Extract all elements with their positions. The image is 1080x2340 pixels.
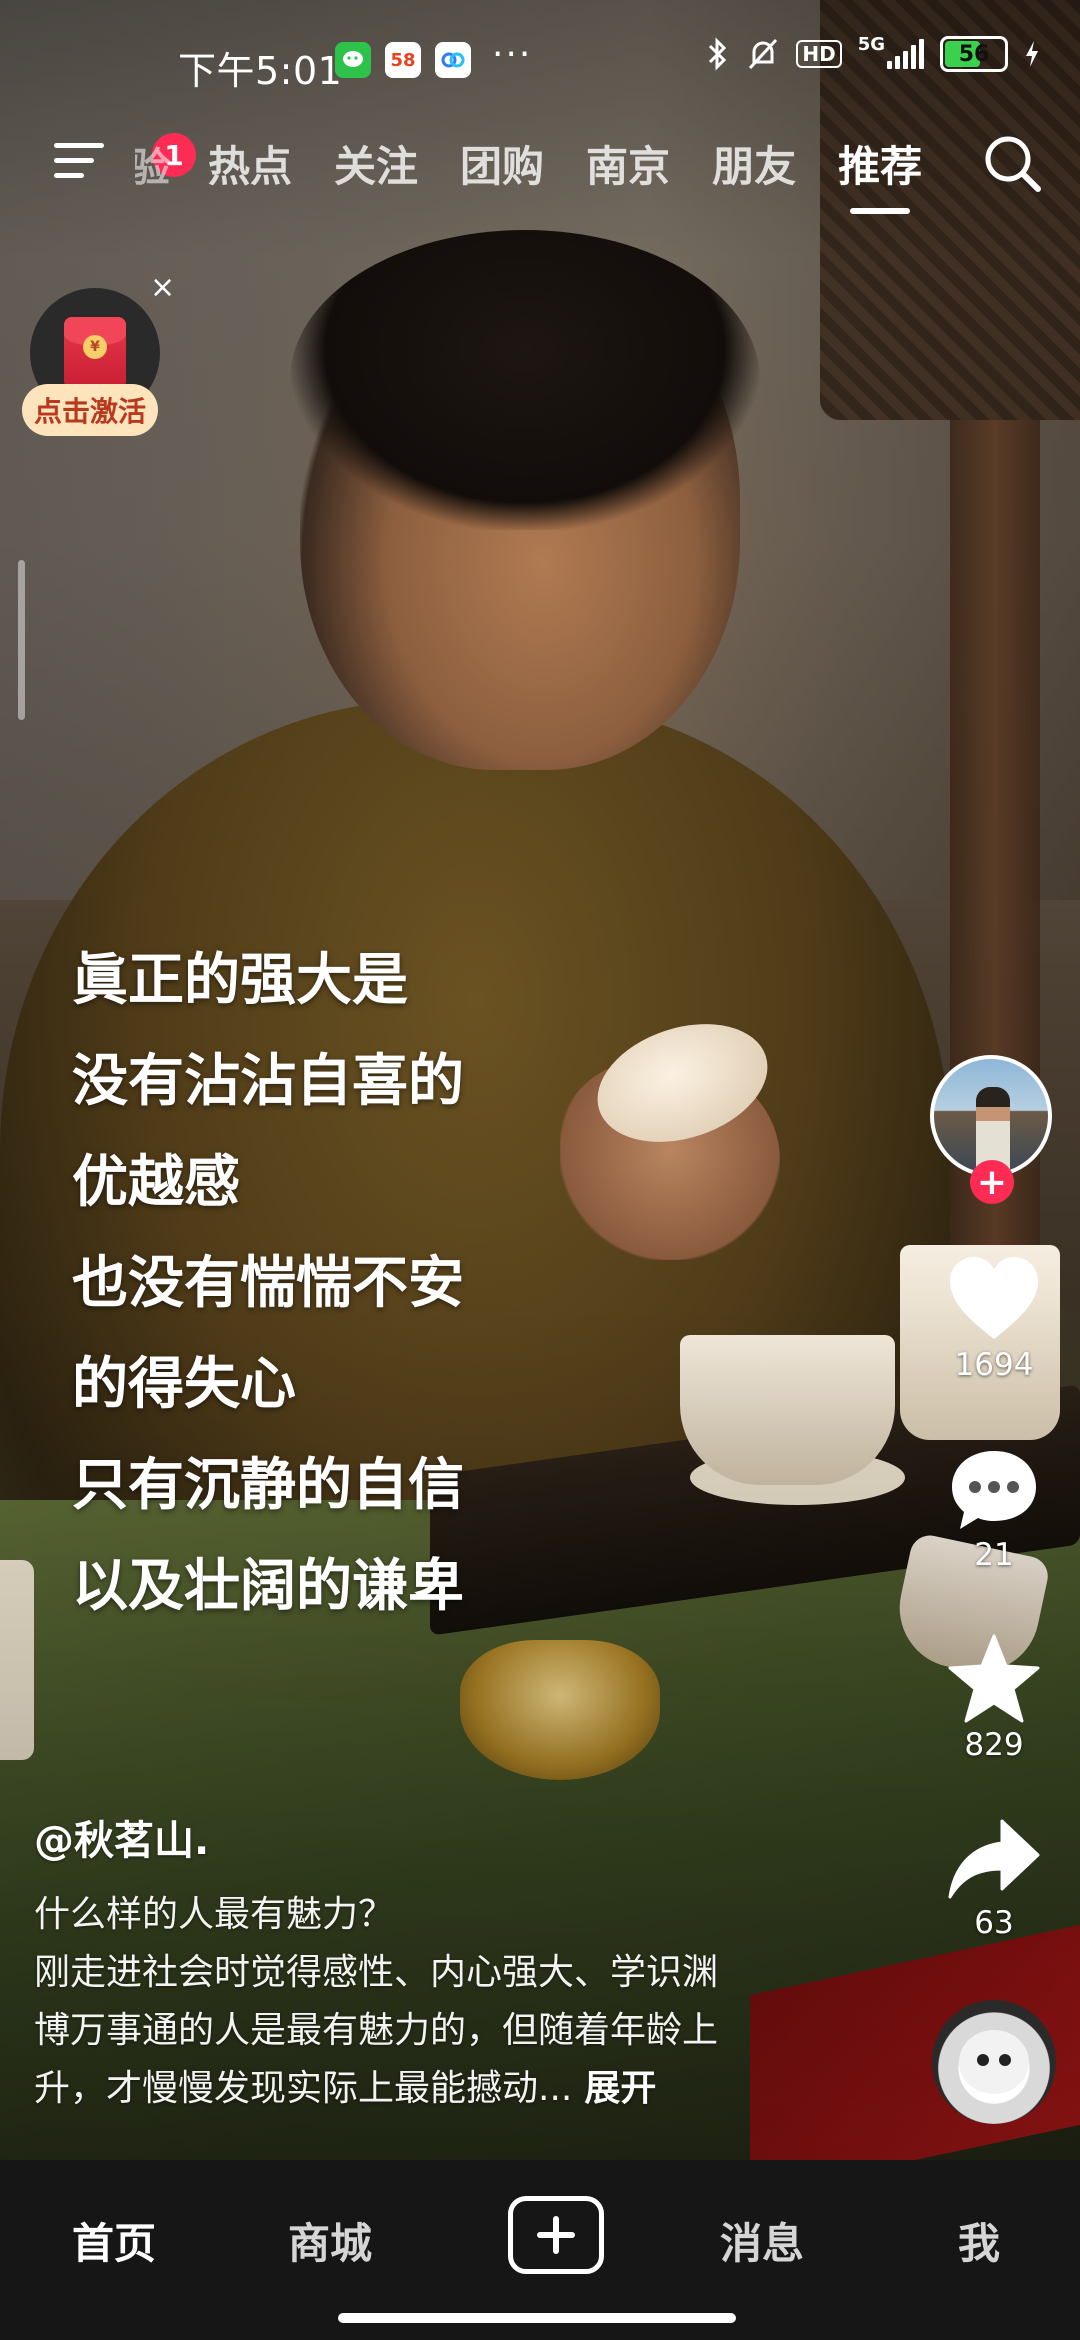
status-bar: 下午5:01 58 ··· HD 5G 56 xyxy=(0,0,1080,120)
tab-nanjing[interactable]: 南京 xyxy=(586,133,670,194)
red-packet-close-button[interactable]: × xyxy=(150,270,175,305)
caption-line: 什么样的人最有魅力？ xyxy=(34,1894,395,1935)
signal-bars xyxy=(887,39,924,69)
side-scroll-indicator xyxy=(18,560,25,720)
overlay-line: 没有沾沾自喜的 xyxy=(72,1049,464,1114)
like-button[interactable]: 1694 xyxy=(924,1255,1064,1383)
caption-line-text: 升，才慢慢发现实际上最能撼动... xyxy=(34,2068,573,2109)
battery-icon: 56 xyxy=(940,36,1008,72)
share-button[interactable]: 63 xyxy=(924,1817,1064,1941)
overlay-line: 以及壮阔的谦卑 xyxy=(72,1554,464,1619)
battery-percent: 56 xyxy=(958,41,990,67)
menu-button[interactable]: 1 xyxy=(54,133,196,183)
status-right-icons: HD 5G 56 xyxy=(706,34,1040,72)
tab-partial-hidden[interactable]: 经验 xyxy=(135,135,170,193)
author-name[interactable]: @秋茗山. xyxy=(34,1808,834,1866)
author-avatar[interactable] xyxy=(930,1055,1052,1177)
caption-line: 升，才慢慢发现实际上最能撼动... 展开 xyxy=(34,2060,834,2118)
music-disc-cover xyxy=(959,2030,1029,2094)
58-app-icon: 58 xyxy=(385,42,421,78)
hd-badge: HD xyxy=(796,40,842,68)
share-arrow-icon xyxy=(948,1819,1040,1899)
search-icon[interactable] xyxy=(978,129,1048,199)
status-more-dots: ··· xyxy=(492,34,533,75)
yuan-coin-icon: ¥ xyxy=(83,335,107,359)
author-avatar-group: + xyxy=(930,1055,1058,1205)
nav-me[interactable]: 我 xyxy=(958,2210,1000,2271)
tab-recommended[interactable]: 推荐 xyxy=(838,133,922,214)
red-packet-activate-label[interactable]: 点击激活 xyxy=(22,384,159,436)
video-caption: @秋茗山. 什么样的人最有魅力？ 刚走进社会时觉得感性、内心强大、学识渊 博万事… xyxy=(34,1808,834,2118)
plus-icon xyxy=(537,2216,575,2254)
share-count: 63 xyxy=(974,1905,1014,1941)
overlay-line: 眞正的强大是 xyxy=(72,948,408,1013)
charging-icon xyxy=(1026,41,1038,67)
overlay-line: 只有沉静的自信 xyxy=(72,1453,464,1518)
home-indicator[interactable] xyxy=(338,2313,736,2323)
favorite-button[interactable]: 829 xyxy=(924,1633,1064,1763)
music-disc[interactable] xyxy=(932,2000,1056,2124)
status-time: 下午5:01 xyxy=(178,49,343,93)
expand-caption-button[interactable]: 展开 xyxy=(584,2068,656,2109)
caption-line: 刚走进社会时觉得感性、内心强大、学识渊 xyxy=(34,1952,719,1993)
overlay-line: 优越感 xyxy=(72,1150,240,1215)
caption-description[interactable]: 什么样的人最有魅力？ 刚走进社会时觉得感性、内心强大、学识渊 博万事通的人是最有… xyxy=(34,1886,834,2118)
status-app-icons: 58 xyxy=(335,42,471,78)
tab-friends[interactable]: 朋友 xyxy=(712,133,796,194)
tab-following[interactable]: 关注 xyxy=(334,133,418,194)
network-type: 5G xyxy=(857,34,885,55)
comment-button[interactable]: 21 xyxy=(924,1445,1064,1573)
tab-hot[interactable]: 热点 xyxy=(208,133,292,194)
baidu-netdisk-icon xyxy=(435,42,471,78)
caption-line: 博万事通的人是最有魅力的，但随着年龄上 xyxy=(34,2010,719,2051)
tab-group-buy[interactable]: 团购 xyxy=(460,133,544,194)
red-envelope-icon: ¥ xyxy=(64,317,126,389)
nav-mall[interactable]: 商城 xyxy=(288,2210,372,2271)
mute-bell-icon xyxy=(749,38,778,70)
nav-tabs: 热点 关注 团购 南京 朋友 推荐 xyxy=(208,133,922,214)
video-overlay-text: 眞正的强大是 没有沾沾自喜的 优越感 也没有惴惴不安 的得失心 只有沉静的自信 … xyxy=(72,930,632,1637)
nav-home[interactable]: 首页 xyxy=(72,2210,156,2271)
create-post-button[interactable] xyxy=(508,2196,604,2274)
star-icon xyxy=(948,1634,1040,1723)
wechat-icon xyxy=(335,42,371,78)
comment-icon xyxy=(952,1451,1036,1529)
overlay-line: 的得失心 xyxy=(72,1352,296,1417)
follow-button[interactable]: + xyxy=(970,1160,1014,1204)
comment-count: 21 xyxy=(974,1537,1014,1573)
overlay-line: 也没有惴惴不安 xyxy=(72,1251,464,1316)
red-packet-widget[interactable]: ¥ × 点击激活 xyxy=(22,270,175,448)
5g-signal-icon: 5G xyxy=(858,34,924,69)
top-nav: 1 经验 热点 关注 团购 南京 朋友 推荐 xyxy=(0,115,1080,215)
nav-messages[interactable]: 消息 xyxy=(720,2210,804,2271)
like-count: 1694 xyxy=(954,1347,1034,1383)
heart-icon xyxy=(950,1257,1038,1339)
bluetooth-icon xyxy=(709,37,727,71)
favorite-count: 829 xyxy=(964,1727,1024,1763)
